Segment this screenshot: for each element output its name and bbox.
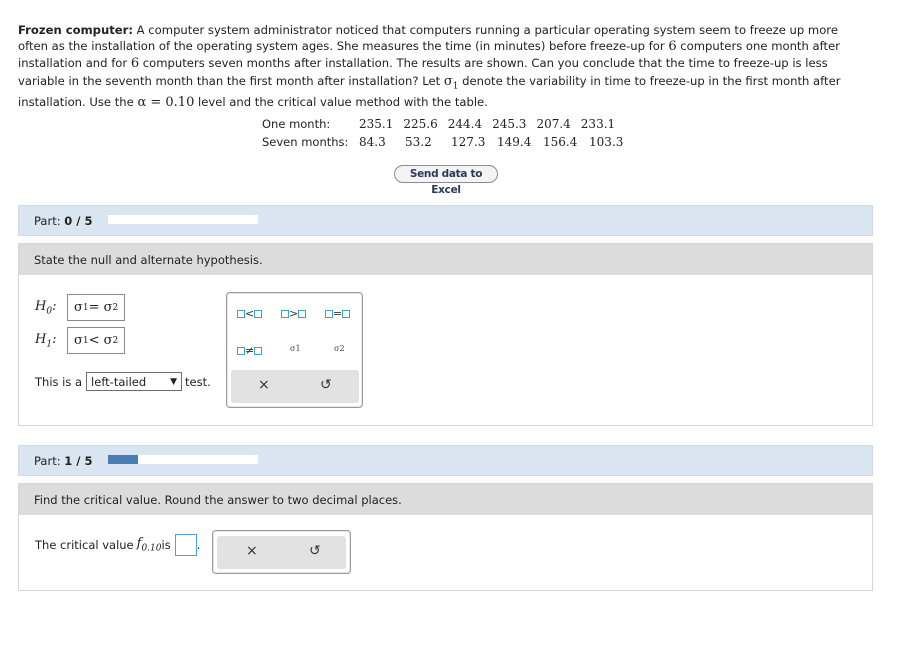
table-cell: 225.6 <box>403 117 438 131</box>
critical-value-input[interactable] <box>174 534 197 556</box>
undo-icon[interactable]: ↺ <box>320 377 332 393</box>
h1-label: H1: <box>35 331 57 350</box>
alt-hypothesis-row: H1: σ1 < σ2 <box>35 327 126 354</box>
table-cell: 53.2 <box>405 135 432 149</box>
part-0-header: Part: 0 / 5 <box>18 205 873 236</box>
part-progress-text: 1 / 5 <box>64 454 93 468</box>
table-cell: 244.4 <box>447 117 483 131</box>
part-progress-bar <box>108 215 258 224</box>
clear-icon[interactable]: × <box>258 377 270 393</box>
table-cell: 127.3 <box>451 135 486 149</box>
caret-down-icon: ▼ <box>170 376 178 387</box>
not-equal-button[interactable]: ≠ <box>237 344 263 357</box>
table-row: One month: 235.1 225.6 244.4 245.3 207.4… <box>262 115 633 133</box>
table-row: Seven months: 84.3 53.2 127.3 149.4 156.… <box>262 133 633 151</box>
test-type-line: This is a left-tailed ▼ test. <box>35 372 211 391</box>
row-label: Seven months: <box>262 135 349 149</box>
table-cell: 156.4 <box>543 135 578 149</box>
test-type-select[interactable]: left-tailed ▼ <box>86 372 183 391</box>
table-cell: 84.3 <box>359 135 386 149</box>
table-cell: 233.1 <box>580 117 616 131</box>
answer-palette: × ↺ <box>212 530 351 574</box>
table-cell: 235.1 <box>359 117 394 131</box>
sample-size-2: 6 <box>130 56 140 72</box>
less-than-button[interactable]: < <box>237 307 263 320</box>
sigma-2-button[interactable]: σ2 <box>334 344 345 353</box>
row-label: One month: <box>262 117 331 131</box>
section-heading: Find the critical value. Round the answe… <box>19 484 872 515</box>
table-cell: 103.3 <box>589 135 624 149</box>
symbol-palette: < > = ≠ σ1 σ2 × ↺ <box>226 292 363 408</box>
problem-title: Frozen computer: <box>18 23 133 37</box>
data-table: One month: 235.1 225.6 244.4 245.3 207.4… <box>262 115 633 151</box>
section-heading: State the null and alternate hypothesis. <box>19 244 872 275</box>
equals-button[interactable]: = <box>325 307 351 320</box>
send-to-excel-button[interactable]: Send data to Excel <box>394 165 498 196</box>
greater-than-button[interactable]: > <box>281 307 307 320</box>
undo-icon[interactable]: ↺ <box>309 543 321 559</box>
sigma-1-symbol: σ1 <box>443 73 459 92</box>
part-1-header: Part: 1 / 5 <box>18 445 873 476</box>
part-progress-text: 0 / 5 <box>64 214 93 228</box>
clear-icon[interactable]: × <box>246 543 258 559</box>
problem-text: level and the critical value method with… <box>194 95 488 110</box>
hypothesis-section: State the null and alternate hypothesis. <box>18 243 873 426</box>
table-cell: 149.4 <box>497 135 532 149</box>
critical-value-line: The critical value f0.10 is . <box>35 534 200 556</box>
table-cell: 207.4 <box>536 117 571 131</box>
null-hypothesis-row: H0: σ1 = σ2 <box>35 294 126 321</box>
alt-hypothesis-input[interactable]: σ1 < σ2 <box>67 327 126 354</box>
null-hypothesis-input[interactable]: σ1 = σ2 <box>67 294 126 321</box>
table-cell: 245.3 <box>492 117 527 131</box>
part-progress-bar <box>108 455 258 464</box>
f-symbol: f0.10 <box>136 536 162 554</box>
palette-actions: × ↺ <box>217 536 346 569</box>
h0-label: H0: <box>35 298 57 317</box>
problem-statement: Frozen computer: A computer system admin… <box>18 22 868 112</box>
sample-size-1: 6 <box>668 39 677 55</box>
palette-actions: × ↺ <box>231 370 359 403</box>
sigma-1-button[interactable]: σ1 <box>290 344 301 353</box>
alpha-value: α = 0.10 <box>137 95 195 111</box>
